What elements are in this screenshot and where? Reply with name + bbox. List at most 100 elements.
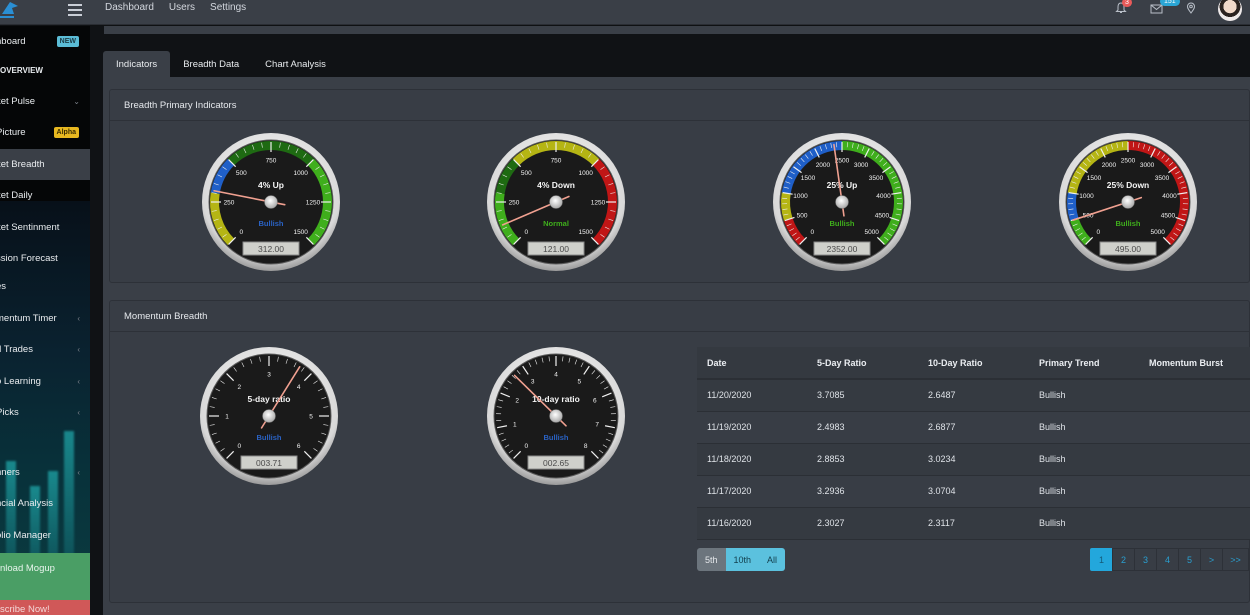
cell-10day: 2.6877 (918, 411, 1029, 444)
gauge-tick-label: 0 (1096, 229, 1100, 236)
gauge-value: 2352.00 (827, 244, 858, 254)
page-3[interactable]: 3 (1134, 548, 1157, 571)
gauge-svg: 0 250 500 750 1000 1250 1500 4% Up Bullish 312.00 (202, 133, 340, 271)
sidebar-item-big-picture[interactable]: Picture Alpha (0, 117, 90, 148)
cell-5day: 2.3027 (807, 507, 918, 540)
col-momentum-burst[interactable]: Momentum Burst (1139, 347, 1250, 380)
gauge-tick-label: 6 (593, 397, 597, 404)
nav-users[interactable]: Users (169, 0, 203, 25)
location-pin-icon[interactable] (1186, 2, 1196, 17)
gauge-tick-label: 500 (797, 212, 808, 219)
top-bar: Dashboard Users Settings 3 151 (0, 0, 1250, 25)
gauge-tick-label: 1500 (801, 175, 816, 182)
cell-burst (1139, 411, 1250, 444)
cell-trend: Bullish (1029, 475, 1139, 508)
sidebar-item-market-pulse[interactable]: ket Pulse ⌄ (0, 86, 90, 117)
nav-settings[interactable]: Settings (210, 0, 254, 25)
page-5[interactable]: 5 (1178, 548, 1201, 571)
gauge-tick-label: 1000 (793, 193, 808, 200)
sidebar-item-notes[interactable]: es (0, 271, 90, 302)
gauge-value: 312.00 (258, 244, 284, 254)
gauge-tick-label: 8 (584, 443, 588, 450)
cell-10day: 3.0234 (918, 443, 1029, 476)
range-all-button[interactable]: All (759, 548, 786, 571)
sidebar-item-top-picks[interactable]: Picks ‹ (0, 397, 90, 428)
gauge-tick-label: 750 (551, 158, 562, 165)
col-primary-trend[interactable]: Primary Trend (1029, 347, 1139, 380)
chevron-left-icon: ‹ (77, 408, 80, 417)
sidebar-item-paid-trades[interactable]: d Trades ‹ (0, 334, 90, 365)
table-row: 11/16/2020 2.3027 2.3117 Bullish (697, 507, 1250, 540)
sidebar-item-financial-analysis[interactable]: ncial Analysis (0, 488, 90, 519)
download-app-button[interactable]: nload Mogup (0, 553, 90, 600)
sidebar-item-session-forecast[interactable]: ssion Forecast (0, 243, 90, 274)
card-title: Breadth Primary Indicators (110, 90, 1249, 121)
gauge-svg: 0500100015002000250030003500400045005000… (773, 133, 911, 271)
table-header-row: Date 5-Day Ratio 10-Day Ratio Primary Tr… (697, 347, 1250, 380)
gauge-tick-label: 2000 (1102, 162, 1117, 169)
brand-logo-icon[interactable] (0, 0, 20, 20)
momentum-breadth-card: Momentum Breadth 0 1 2 3 4 5 6 5-day ratio Bulli… (109, 300, 1250, 603)
gauge-svg: 0500100015002000250030003500400045005000… (1059, 133, 1197, 271)
gauge-value: 002.65 (543, 458, 569, 468)
gauge-tick-label: 250 (509, 200, 520, 207)
range-5th-button[interactable]: 5th (697, 548, 726, 571)
menu-toggle-icon[interactable] (68, 4, 82, 16)
gauge-title: 5-day ratio (248, 394, 291, 404)
range-10th-button[interactable]: 10th (725, 548, 760, 571)
gauge-tick-label: 1 (513, 422, 517, 429)
cell-5day: 2.4983 (807, 411, 918, 444)
gauge-tick-label: 1250 (591, 200, 606, 207)
alpha-badge: Alpha (53, 127, 79, 138)
cell-burst (1139, 379, 1250, 412)
tab-bar: Indicators Breadth Data Chart Analysis (103, 51, 339, 77)
gauge-tick-label: 1000 (293, 170, 308, 177)
sidebar-item-market-breadth[interactable]: ket Breadth (0, 149, 90, 180)
gauge-tick-label: 4 (554, 372, 558, 379)
sidebar-item-market-sentiment[interactable]: ket Sentinment (0, 212, 90, 243)
sidebar-item-market-daily[interactable]: ket Daily (0, 180, 90, 211)
subscribe-button[interactable]: scribe Now! (0, 600, 90, 615)
gauge-tick-label: 0 (524, 443, 528, 450)
col-5day-ratio[interactable]: 5-Day Ratio (807, 347, 918, 380)
sidebar-item-portfolio-manager[interactable]: olio Manager (0, 520, 90, 551)
table-row: 11/20/2020 3.7085 2.6487 Bullish (697, 379, 1250, 412)
gauge-tick-label: 4000 (1162, 193, 1177, 200)
gauge-tick-label: 3000 (854, 162, 869, 169)
notification-badge: 3 (1122, 0, 1132, 7)
tab-breadth-data[interactable]: Breadth Data (170, 51, 252, 77)
gauge-svg: 0 1 2 3 4 5 6 5-day ratio Bullish 003.71 (200, 347, 338, 485)
gauge-tick-label: 0 (810, 229, 814, 236)
tab-indicators[interactable]: Indicators (103, 51, 171, 77)
gauge-status: Normal (543, 219, 569, 228)
page-4[interactable]: 4 (1156, 548, 1179, 571)
nav-dashboard[interactable]: Dashboard (105, 0, 162, 25)
page-last[interactable]: >> (1222, 548, 1249, 571)
sidebar-item-dashboard[interactable]: hboard NEW (0, 26, 90, 57)
page-2[interactable]: 2 (1112, 548, 1135, 571)
sidebar-item-deep-learning[interactable]: o Learning ‹ (0, 366, 90, 397)
gauge-tick-label: 3 (531, 379, 535, 386)
gauge-25pct-down: 0500100015002000250030003500400045005000… (1058, 132, 1198, 272)
page-next[interactable]: > (1200, 548, 1223, 571)
gauge-value: 495.00 (1115, 244, 1141, 254)
gauge-hub (1121, 195, 1135, 209)
page-1[interactable]: 1 (1090, 548, 1113, 571)
gauge-tick-label: 1500 (578, 229, 593, 236)
top-nav: Dashboard Users Settings (105, 0, 261, 25)
gauge-value: 121.00 (543, 244, 569, 254)
sidebar-item-scanners[interactable]: nners ‹ (0, 457, 90, 488)
chevron-left-icon: ‹ (77, 314, 80, 323)
gauge-hub (262, 409, 276, 423)
sidebar-item-momentum-timer[interactable]: mentum Timer ‹ (0, 303, 90, 334)
col-10day-ratio[interactable]: 10-Day Ratio (918, 347, 1029, 380)
pagination: 1 2 3 4 5 > >> (1090, 548, 1249, 571)
tab-chart-analysis[interactable]: Chart Analysis (252, 51, 339, 77)
col-date[interactable]: Date (697, 347, 807, 380)
gauge-tick-label: 0 (239, 229, 243, 236)
gauge-tick-label: 7 (595, 422, 599, 429)
user-avatar[interactable] (1218, 0, 1242, 21)
gauge-tick-label: 6 (297, 443, 301, 450)
gauge-tick-label: 4 (297, 384, 301, 391)
gauge-title: 25% Up (827, 180, 858, 190)
